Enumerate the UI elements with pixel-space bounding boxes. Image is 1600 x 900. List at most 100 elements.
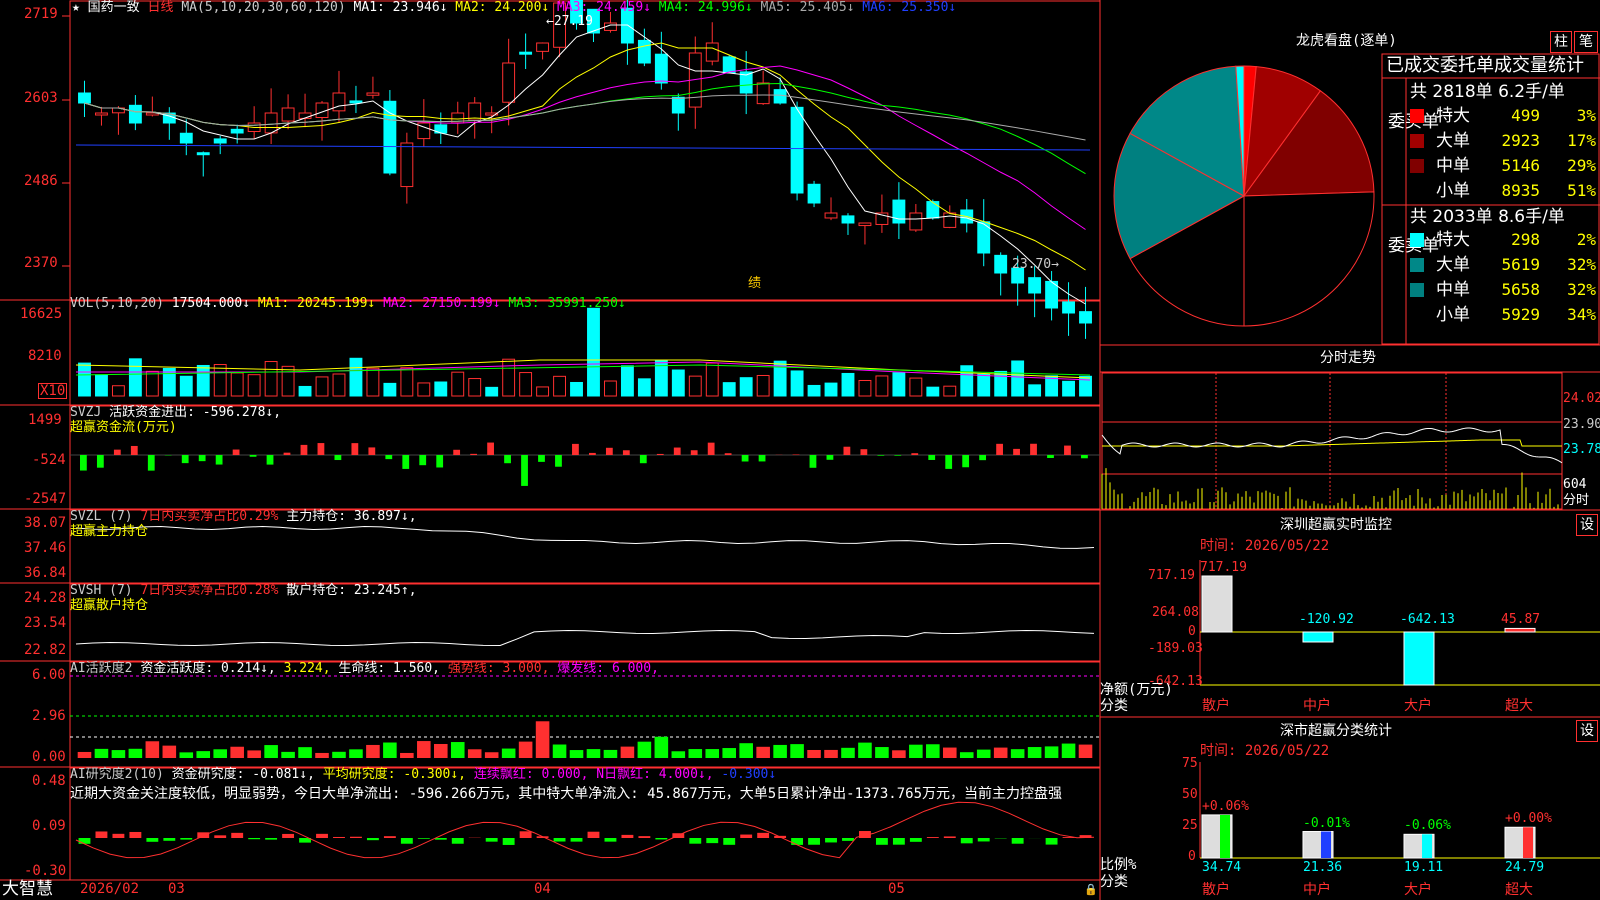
monitor-bar-label: -642.13 <box>1400 612 1455 627</box>
activity-bar <box>383 742 397 758</box>
research-bar <box>129 831 142 838</box>
monitor-settings-button[interactable]: 设 <box>1576 514 1598 536</box>
activity-bar <box>620 746 635 758</box>
research-bar <box>146 838 159 842</box>
vol-axis-label: 8210 <box>28 348 62 364</box>
flow-bar <box>707 442 715 455</box>
svsh-subtitle: 超赢散户持仓 <box>70 598 149 613</box>
sell-row-count: 298 <box>1511 230 1540 249</box>
candle-body <box>790 106 804 194</box>
research-bar <box>960 838 973 844</box>
sell-total: 共 2033单 8.6手/单 <box>1410 207 1565 227</box>
classify-value-label: 21.36 <box>1303 860 1343 875</box>
volume-bar <box>994 370 1008 397</box>
classify-axis-label: 75 <box>1182 756 1198 771</box>
date-axis-label: 03 <box>168 881 185 897</box>
flow-bar <box>266 455 274 465</box>
monitor-bar <box>1403 631 1435 686</box>
buy-row-count: 499 <box>1511 106 1540 125</box>
activity-bar <box>569 750 584 758</box>
activity-bar <box>875 747 889 758</box>
candle-body <box>213 138 227 144</box>
bar-mode-button[interactable]: 柱 <box>1550 31 1572 53</box>
research-bar <box>587 831 600 838</box>
tick-mode-button[interactable]: 笔 <box>1574 31 1598 53</box>
volume-bar <box>111 385 125 397</box>
volume-bar <box>620 365 634 397</box>
flow-bar <box>232 449 240 455</box>
monitor-axis-label: 717.19 <box>1148 568 1195 583</box>
flow-bar <box>419 455 427 466</box>
activity-bar <box>128 748 143 758</box>
research-bar <box>350 836 362 838</box>
monitor-time: 时间: 2026/05/22 <box>1200 538 1330 554</box>
stock-chart-canvas[interactable] <box>0 0 1600 900</box>
activity-bar <box>400 752 414 758</box>
classify-axis-label: 0 <box>1188 849 1196 864</box>
candle-body <box>722 56 736 74</box>
flow-bar <box>1081 455 1088 459</box>
classify-category: 散户 <box>1202 882 1230 898</box>
activity-bar <box>94 748 109 758</box>
research-bar <box>485 838 498 842</box>
volume-bar <box>230 372 244 397</box>
activity-bar <box>230 746 244 758</box>
flow-bar <box>504 455 511 464</box>
flow-bar <box>351 443 359 455</box>
aihy-axis-label: 6.00 <box>32 667 66 683</box>
research-bar <box>333 836 345 838</box>
intraday-axis-label: 23.90 <box>1563 417 1600 432</box>
lock-icon[interactable]: 🔒 <box>1084 882 1098 897</box>
candle-body <box>1028 277 1042 294</box>
pie-slice <box>1243 191 1375 327</box>
volume-bar <box>196 364 210 397</box>
buy-row-swatch <box>1410 184 1424 198</box>
volume-bar <box>162 367 176 397</box>
candle-body <box>994 254 1008 274</box>
flow-bar <box>283 452 291 455</box>
earnings-marker[interactable]: 绩 <box>748 276 761 291</box>
volume-bar <box>1011 360 1025 397</box>
buy-row-swatch <box>1410 109 1424 123</box>
intraday-price-line <box>1101 427 1563 464</box>
activity-bar <box>1027 747 1042 758</box>
sell-row-count: 5929 <box>1501 305 1540 324</box>
research-bar <box>892 838 905 845</box>
favorite-star-icon[interactable]: ★ <box>72 0 80 15</box>
classify-settings-button[interactable]: 设 <box>1576 720 1598 742</box>
flow-bar <box>385 455 393 460</box>
activity-bar <box>213 749 228 758</box>
monitor-bar <box>1504 627 1536 633</box>
candle-body <box>349 100 363 104</box>
research-bar <box>214 835 227 838</box>
stock-name[interactable]: 国药一致 <box>88 0 140 15</box>
activity-bar <box>433 743 448 758</box>
activity-bar <box>976 749 991 758</box>
classify-category: 超大 <box>1505 882 1533 898</box>
candle-body <box>519 51 533 55</box>
volume-bar <box>637 378 651 397</box>
brand-label: 大智慧 <box>2 879 53 899</box>
flow-bar <box>1030 443 1037 455</box>
candle-body <box>536 42 550 52</box>
volume-bar <box>264 361 278 397</box>
activity-bar <box>773 744 787 758</box>
classify-bar-change <box>1321 831 1331 858</box>
buy-orders-label: 委买单 <box>1388 112 1439 132</box>
holding-line <box>75 525 1095 549</box>
sell-row-count: 5619 <box>1501 255 1540 274</box>
activity-bar <box>756 746 770 758</box>
price-axis-label: 2719 <box>24 6 58 22</box>
volume-bar <box>434 381 448 397</box>
volume-bar <box>95 374 108 397</box>
vol-unit-badge[interactable]: X10 <box>38 383 68 399</box>
monitor-axis-label: 264.08 <box>1152 605 1199 620</box>
sell-row-swatch <box>1410 233 1424 247</box>
activity-bar <box>145 741 160 758</box>
research-bar <box>791 838 804 845</box>
research-bar <box>282 833 295 838</box>
period-label[interactable]: 日线 <box>148 0 174 15</box>
activity-bar <box>77 751 92 758</box>
research-bar <box>723 838 736 845</box>
research-bar <box>808 838 820 845</box>
